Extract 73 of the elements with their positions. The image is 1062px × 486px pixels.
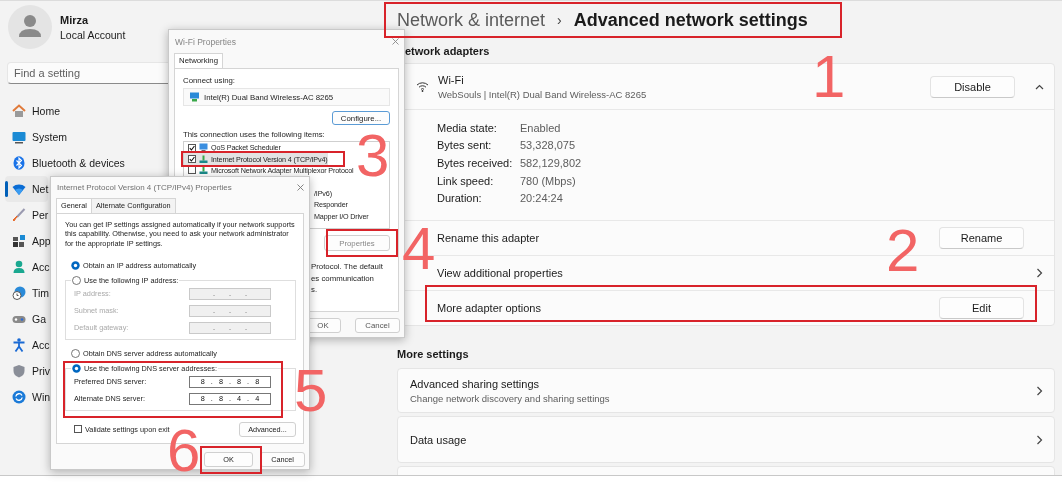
brush-icon [12, 208, 26, 222]
section-heading: More settings [397, 348, 470, 362]
detail-label: Bytes received: [437, 157, 514, 169]
nav-item[interactable]: Priv [5, 358, 51, 384]
dialog-title: Internet Protocol Version 4 (TCP/IPv4) Properties [57, 183, 232, 192]
detail-value: 20:24:24 [520, 192, 564, 205]
highlight-box [200, 446, 262, 474]
step-number: 1 [812, 54, 846, 99]
setting-label: Rename this adapter [437, 232, 540, 244]
monitor-icon [12, 130, 26, 144]
breadcrumb-link[interactable]: Network & internet [397, 9, 546, 31]
network-icon [199, 154, 208, 164]
action-button[interactable]: Edit [939, 297, 1024, 319]
section-heading: etwork adapters [404, 44, 491, 59]
breadcrumb-separator: › [557, 12, 562, 28]
nav-item[interactable]: Tim [5, 280, 50, 306]
detail-value: 582,129,802 [520, 157, 583, 169]
action-button[interactable]: Rename [939, 227, 1024, 249]
setting-card[interactable]: Advanced sharing settings Change network discovery and sharing settings [397, 368, 1055, 413]
setting-title: Advanced sharing settings [410, 377, 541, 390]
detail-value: 780 (Mbps) [520, 174, 577, 187]
network-adapter-icon [189, 92, 200, 102]
clock-icon [12, 286, 26, 300]
chevron-right-icon [1035, 385, 1043, 396]
page-title: Advanced network settings [573, 9, 808, 31]
detail-label: Bytes sent: [437, 139, 493, 152]
setting-label: More adapter options [437, 302, 541, 314]
adapter-name: Wi-Fi [438, 73, 465, 86]
accessibility-icon [12, 338, 26, 352]
nav-item[interactable]: Win [5, 384, 51, 410]
setting-title: Data usage [410, 433, 467, 446]
detail-value: Enabled [520, 121, 562, 134]
adapter-description: WebSouls | Intel(R) Dual Band Wireless-AC 8265 [438, 88, 647, 100]
step-number: 4 [402, 226, 436, 271]
highlight-box [326, 229, 398, 257]
nav-item[interactable]: Acc [5, 254, 50, 280]
nav-item[interactable]: Ga [5, 306, 46, 332]
update-icon [12, 390, 26, 404]
detail-label: Link speed: [437, 174, 495, 187]
setting-card[interactable]: Data usage [397, 416, 1055, 463]
chevron-right-icon [1035, 434, 1043, 445]
avatar-icon [8, 5, 52, 49]
network-icon [199, 165, 208, 175]
close-icon [392, 38, 399, 45]
apps-icon [12, 234, 26, 248]
user-name: Mirza [60, 13, 90, 26]
nav-item[interactable]: Bluetooth & devices [5, 150, 125, 176]
setting-label: View additional properties [437, 267, 563, 279]
shield-icon [12, 364, 26, 378]
detail-label: Duration: [437, 192, 483, 205]
setting-subtitle: Change network discovery and sharing settings [410, 392, 610, 404]
chevron-right-icon [1035, 268, 1043, 278]
detail-label: Media state: [437, 121, 498, 134]
person-icon [12, 260, 26, 274]
nav-item[interactable]: Net [5, 176, 49, 202]
bluetooth-icon [12, 156, 26, 170]
nav-item[interactable]: Home [5, 98, 60, 124]
step-number: 2 [886, 228, 920, 273]
detail-value: 53,328,075 [520, 139, 577, 152]
disable-button[interactable]: Disable [930, 75, 1015, 98]
home-icon [12, 104, 26, 118]
wifi-icon [416, 81, 429, 92]
nav-item[interactable]: Per [5, 202, 49, 228]
dialog-title: Wi-Fi Properties [175, 36, 236, 47]
nav-item[interactable]: App [5, 228, 51, 254]
close-icon [297, 184, 304, 191]
wifi-icon [12, 182, 26, 196]
step-number: 5 [294, 368, 328, 413]
account-type: Local Account [60, 28, 126, 41]
step-number: 3 [356, 133, 390, 178]
nav-item[interactable]: System [5, 124, 67, 150]
monitor-icon [199, 143, 208, 153]
nav-item[interactable]: Acc [5, 332, 50, 358]
